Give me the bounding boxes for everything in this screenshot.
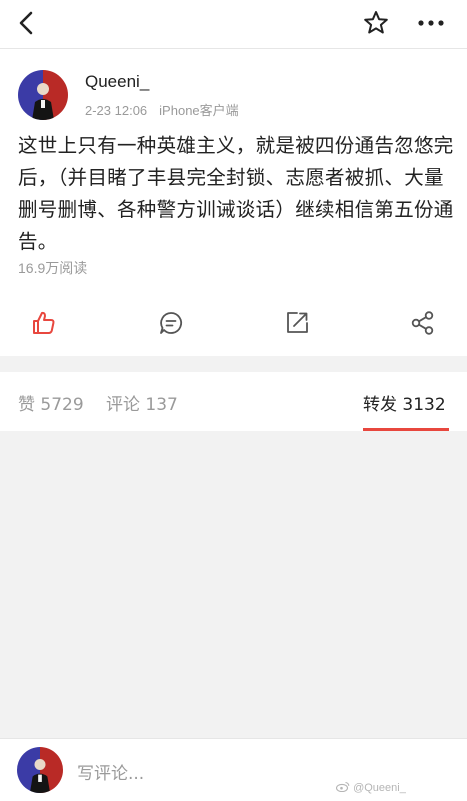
post-card: Queeni_ 2-23 12:06 iPhone客户端 这世上只有一种英雄主义，…: [0, 49, 467, 356]
username[interactable]: Queeni_: [85, 72, 149, 92]
comment-bar: 写评论... @Queeni_: [0, 738, 467, 801]
tab-likes[interactable]: 赞 5729: [18, 390, 84, 415]
post-content: 这世上只有一种英雄主义，就是被四份通告忽悠完后，（并目睹了丰县完全封锁、志愿者被…: [18, 134, 454, 253]
star-icon[interactable]: [362, 9, 390, 37]
post-meta: 2-23 12:06 iPhone客户端: [85, 100, 239, 119]
comment-input[interactable]: 写评论...: [77, 759, 144, 784]
like-icon[interactable]: [30, 309, 58, 337]
top-bar: [0, 0, 467, 49]
action-bar: [0, 299, 467, 351]
my-avatar: [17, 747, 63, 793]
back-arrow-icon[interactable]: [14, 10, 40, 36]
post-time: 2-23 12:06: [85, 103, 148, 118]
repost-icon[interactable]: [283, 309, 311, 337]
more-dots-icon[interactable]: [416, 10, 446, 36]
watermark-text: @Queeni_: [353, 782, 406, 794]
share-icon[interactable]: [409, 309, 437, 337]
comment-icon[interactable]: [157, 309, 185, 337]
tab-reposts[interactable]: 转发 3132: [363, 390, 446, 415]
interaction-tabs: 赞 5729 评论 137 转发 3132: [0, 372, 467, 431]
post-source: iPhone客户端: [159, 103, 239, 118]
weibo-watermark: @Queeni_: [335, 781, 406, 794]
read-count: 16.9万阅读: [18, 260, 88, 276]
tab-comments[interactable]: 评论 137: [106, 390, 178, 415]
avatar[interactable]: [18, 70, 68, 120]
active-tab-indicator: [363, 428, 449, 431]
